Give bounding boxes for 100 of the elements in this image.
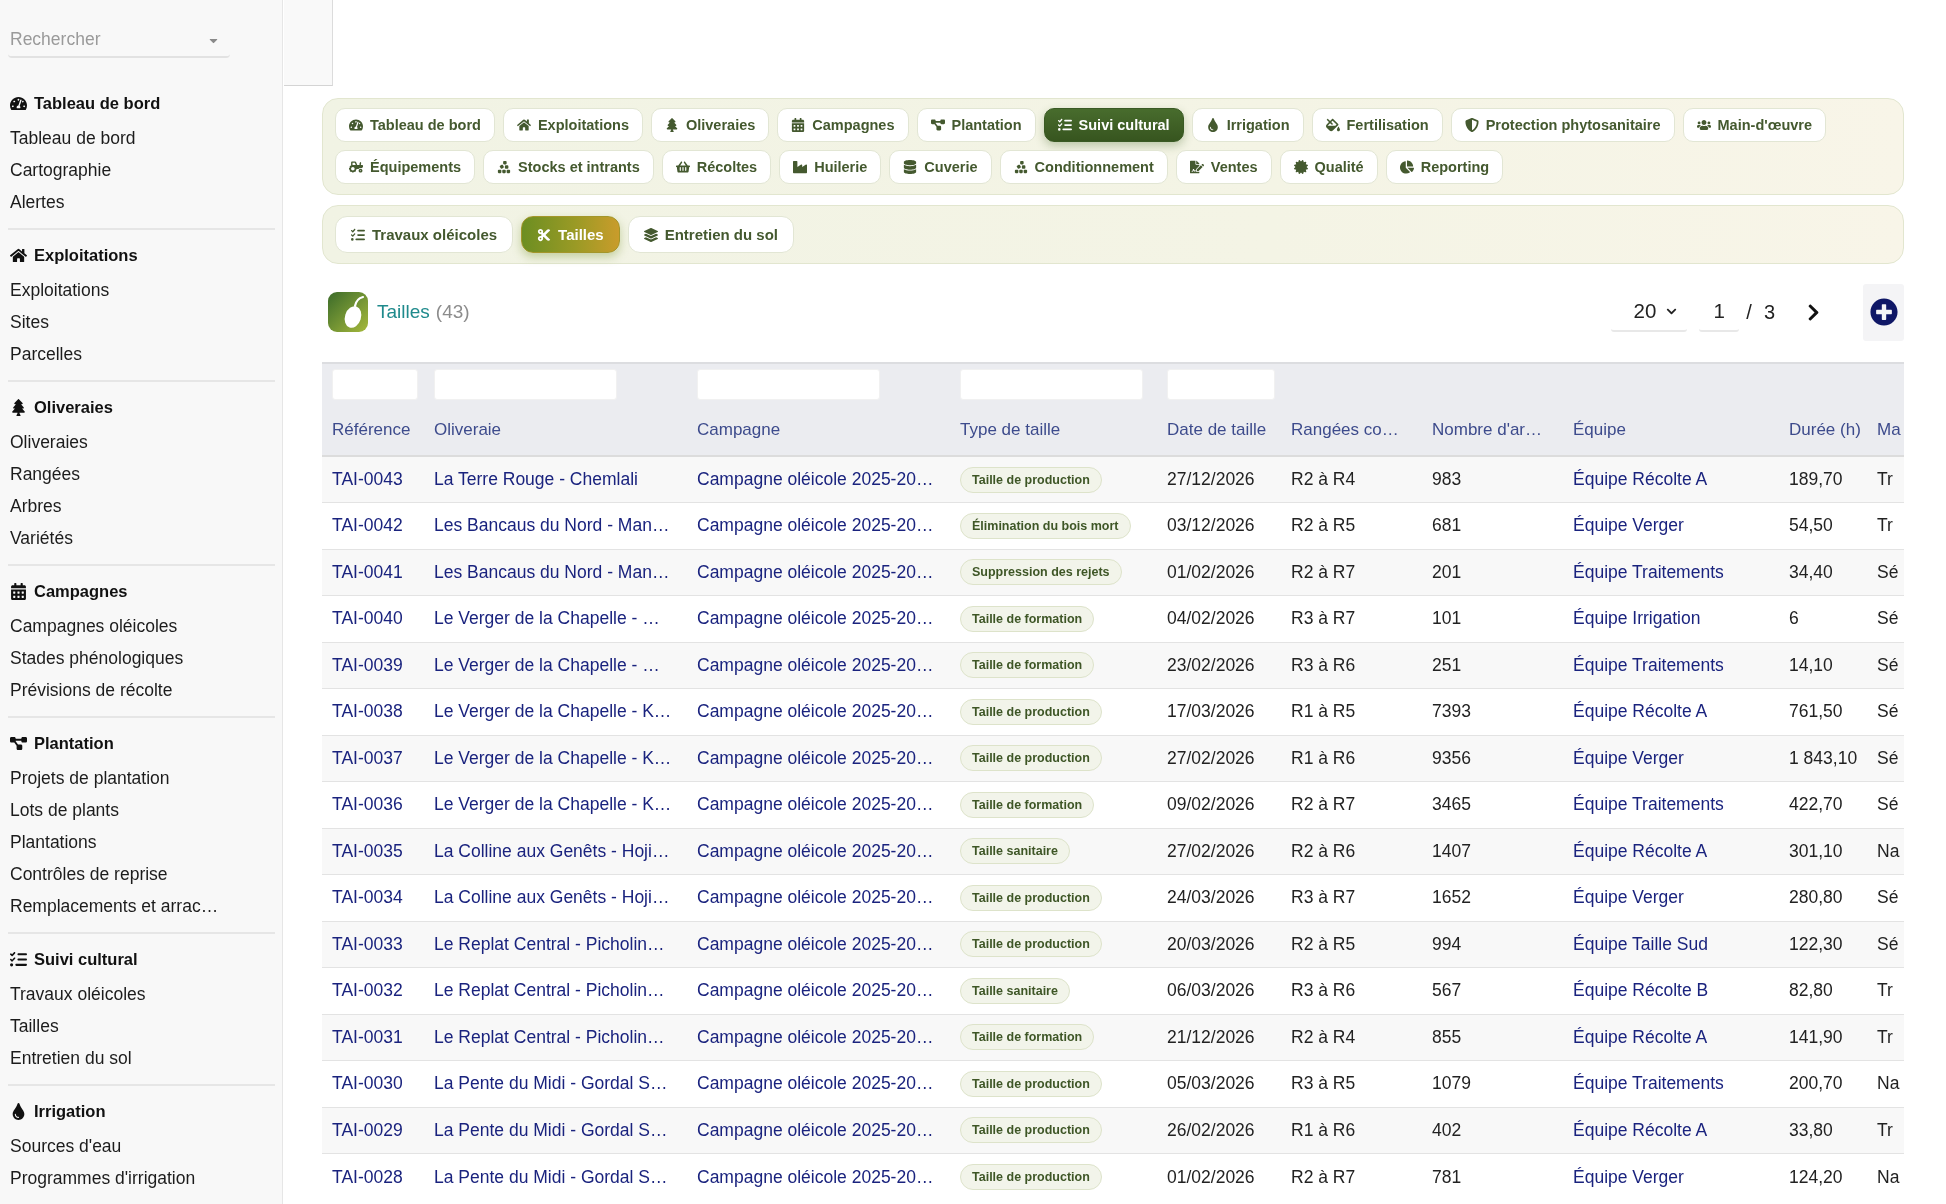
campaign-link[interactable]: Campagne oléicole 2025-20… [697, 1166, 934, 1187]
module-tab[interactable]: Qualité [1279, 150, 1378, 184]
sidebar-link[interactable]: Variétés [8, 522, 275, 554]
module-tab[interactable]: Suivi cultural [1043, 108, 1184, 142]
module-tab[interactable]: Oliveraies [650, 108, 770, 142]
reference-link[interactable]: TAI-0028 [332, 1166, 403, 1187]
campaign-link[interactable]: Campagne oléicole 2025-20… [697, 1119, 934, 1140]
module-tab[interactable]: Exploitations [502, 108, 643, 142]
module-tab[interactable]: Conditionnement [999, 150, 1168, 184]
reference-link[interactable]: TAI-0041 [332, 561, 403, 582]
olive-grove-link[interactable]: La Pente du Midi - Gordal S… [434, 1119, 668, 1140]
olive-grove-link[interactable]: Les Bancaus du Nord - Man… [434, 515, 670, 536]
module-tab[interactable]: Cuverie [889, 150, 992, 184]
sidebar-link[interactable]: Cartographie [8, 154, 275, 186]
campaign-link[interactable]: Campagne oléicole 2025-20… [697, 747, 934, 768]
sidebar-link[interactable]: Entretien du sol [8, 1042, 275, 1074]
campaign-link[interactable]: Campagne oléicole 2025-20… [697, 701, 934, 722]
page-size-select[interactable]: 20 [1611, 292, 1688, 332]
team-link[interactable]: Équipe Taille Sud [1573, 933, 1708, 954]
module-tab[interactable]: Tableau de bord [335, 108, 495, 142]
olive-grove-link[interactable]: Le Replat Central - Picholin… [434, 980, 665, 1001]
campaign-link[interactable]: Campagne oléicole 2025-20… [697, 515, 934, 536]
reference-link[interactable]: TAI-0040 [332, 608, 403, 629]
sidebar-link[interactable]: Remplacements et arrac… [8, 890, 275, 922]
team-link[interactable]: Équipe Récolte B [1573, 980, 1709, 1001]
sub-tab[interactable]: Entretien du sol [627, 216, 794, 253]
sidebar-link[interactable]: Exploitations [8, 274, 275, 306]
team-link[interactable]: Équipe Verger [1573, 515, 1684, 536]
module-tab[interactable]: Protection phytosanitaire [1450, 108, 1675, 142]
team-link[interactable]: Équipe Récolte A [1573, 469, 1708, 489]
sidebar-link[interactable]: Lots de plants [8, 794, 275, 826]
team-link[interactable]: Équipe Récolte A [1573, 1026, 1708, 1047]
campaign-link[interactable]: Campagne oléicole 2025-20… [697, 840, 934, 861]
campaign-link[interactable]: Campagne oléicole 2025-20… [697, 561, 934, 582]
sidebar-link[interactable]: Rangées [8, 458, 275, 490]
campaign-link[interactable]: Campagne oléicole 2025-20… [697, 608, 934, 629]
team-link[interactable]: Équipe Verger [1573, 887, 1684, 908]
sidebar-link[interactable]: Sites [8, 306, 275, 338]
sidebar-link[interactable]: Oliveraies [8, 426, 275, 458]
module-tab[interactable]: Récoltes [661, 150, 772, 184]
campaign-link[interactable]: Campagne oléicole 2025-20… [697, 980, 934, 1001]
sidebar-link[interactable]: Sources d'eau [8, 1130, 275, 1162]
reference-link[interactable]: TAI-0039 [332, 654, 403, 675]
campaign-link[interactable]: Campagne oléicole 2025-20… [697, 654, 934, 675]
reference-link[interactable]: TAI-0036 [332, 794, 403, 815]
sidebar-link[interactable]: Campagnes oléicoles [8, 610, 275, 642]
module-tab[interactable]: Main-d'œuvre [1682, 108, 1826, 142]
campaign-link[interactable]: Campagne oléicole 2025-20… [697, 887, 934, 908]
sidebar-link[interactable]: Alertes [8, 186, 275, 218]
olive-grove-link[interactable]: Le Verger de la Chapelle - K… [434, 747, 672, 768]
module-tab[interactable]: Reporting [1385, 150, 1504, 184]
reference-link[interactable]: TAI-0033 [332, 933, 403, 954]
team-link[interactable]: Équipe Traitements [1573, 1073, 1724, 1094]
reference-link[interactable]: TAI-0043 [332, 469, 403, 489]
sidebar-link[interactable]: Programmes d'irrigation [8, 1162, 275, 1194]
module-tab[interactable]: Fertilisation [1311, 108, 1443, 142]
team-link[interactable]: Équipe Verger [1573, 1166, 1684, 1187]
olive-grove-link[interactable]: La Colline aux Genêts - Hoji… [434, 840, 670, 861]
reference-link[interactable]: TAI-0037 [332, 747, 403, 768]
module-tab[interactable]: Stocks et intrants [483, 150, 654, 184]
campaign-link[interactable]: Campagne oléicole 2025-20… [697, 794, 934, 815]
reference-link[interactable]: TAI-0030 [332, 1073, 403, 1094]
team-link[interactable]: Équipe Récolte A [1573, 840, 1708, 861]
olive-grove-link[interactable]: Le Verger de la Chapelle - … [434, 654, 660, 675]
campaign-link[interactable]: Campagne oléicole 2025-20… [697, 1073, 934, 1094]
sub-tab[interactable]: Travaux oléicoles [335, 216, 514, 253]
module-tab[interactable]: Plantation [916, 108, 1036, 142]
campaign-link[interactable]: Campagne oléicole 2025-20… [697, 933, 934, 954]
campaign-link[interactable]: Campagne oléicole 2025-20… [697, 469, 934, 489]
team-link[interactable]: Équipe Traitements [1573, 561, 1724, 582]
sidebar-link[interactable]: Plantations [8, 826, 275, 858]
team-link[interactable]: Équipe Irrigation [1573, 608, 1701, 629]
reference-link[interactable]: TAI-0038 [332, 701, 403, 722]
search-field[interactable]: Rechercher [8, 22, 230, 58]
module-tab[interactable]: Campagnes [777, 108, 909, 142]
reference-link[interactable]: TAI-0042 [332, 515, 403, 536]
sidebar-link[interactable]: Parcelles [8, 338, 275, 370]
sidebar-link[interactable]: Travaux oléicoles [8, 978, 275, 1010]
module-tab[interactable]: Irrigation [1191, 108, 1304, 142]
module-tab[interactable]: Équipements [335, 150, 476, 184]
reference-link[interactable]: TAI-0034 [332, 887, 403, 908]
olive-grove-link[interactable]: La Colline aux Genêts - Hoji… [434, 887, 670, 908]
sidebar-link[interactable]: Prévisions de récolte [8, 674, 275, 706]
module-tab[interactable]: Huilerie [779, 150, 882, 184]
reference-link[interactable]: TAI-0032 [332, 980, 403, 1001]
sidebar-link[interactable]: Projets de plantation [8, 762, 275, 794]
team-link[interactable]: Équipe Traitements [1573, 654, 1724, 675]
olive-grove-link[interactable]: Le Verger de la Chapelle - K… [434, 794, 672, 815]
reference-link[interactable]: TAI-0029 [332, 1119, 403, 1140]
add-button[interactable] [1863, 283, 1904, 341]
olive-grove-link[interactable]: Les Bancaus du Nord - Man… [434, 561, 670, 582]
team-link[interactable]: Équipe Verger [1573, 747, 1684, 768]
olive-grove-link[interactable]: Le Replat Central - Picholin… [434, 1026, 665, 1047]
sidebar-link[interactable]: Stades phénologiques [8, 642, 275, 674]
page-input[interactable]: 1 [1699, 292, 1740, 332]
module-tab[interactable]: Ventes [1175, 150, 1272, 184]
sidebar-link[interactable]: Contrôles de reprise [8, 858, 275, 890]
team-link[interactable]: Équipe Récolte A [1573, 701, 1708, 722]
olive-grove-link[interactable]: La Pente du Midi - Gordal S… [434, 1073, 668, 1094]
olive-grove-link[interactable]: La Pente du Midi - Gordal S… [434, 1166, 668, 1187]
